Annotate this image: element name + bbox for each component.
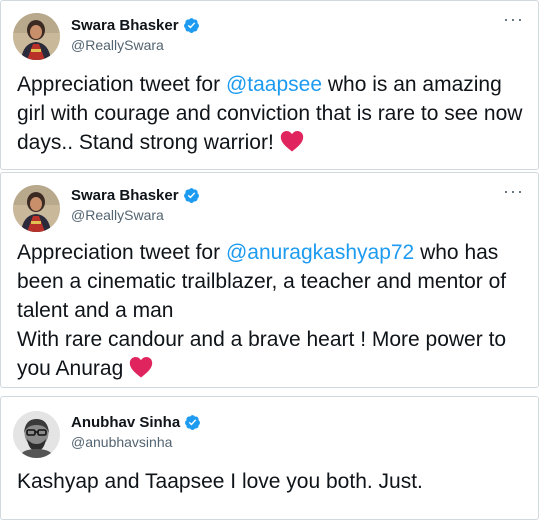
author-handle[interactable]: @ReallySwara (71, 207, 164, 223)
author-name[interactable]: Swara Bhasker (71, 187, 200, 204)
author-handle[interactable]: @ReallySwara (71, 37, 164, 53)
woman-portrait-avatar-icon (13, 185, 60, 232)
author-name[interactable]: Anubhav Sinha (71, 414, 201, 431)
verified-badge-icon (185, 415, 201, 430)
tweet-card-3[interactable]: Anubhav Sinha @anubhavsinha Kashyap and … (0, 396, 539, 520)
author-name-text[interactable]: Swara Bhasker (71, 187, 179, 204)
woman-portrait-avatar-icon (13, 13, 60, 60)
avatar[interactable] (13, 13, 60, 60)
mention-link[interactable]: @taapsee (226, 73, 322, 96)
avatar[interactable] (13, 411, 60, 458)
author-name-text[interactable]: Swara Bhasker (71, 17, 179, 34)
tweet-text: Appreciation tweet for @anuragkashyap72 … (17, 241, 507, 380)
tweet-text: Kashyap and Taapsee I love you both. Jus… (17, 470, 423, 493)
tweet-card-2[interactable]: Swara Bhasker @ReallySwara ··· Appreciat… (0, 172, 539, 388)
mention-link[interactable]: @anuragkashyap72 (226, 241, 414, 264)
tweet-text: Appreciation tweet for @taapsee who is a… (17, 73, 523, 154)
more-options-icon[interactable]: ··· (503, 181, 524, 202)
author-name-text[interactable]: Anubhav Sinha (71, 414, 180, 431)
verified-badge-icon (183, 18, 199, 33)
red-heart-icon (280, 131, 303, 152)
man-with-glasses-avatar-icon (13, 411, 60, 458)
more-options-icon[interactable]: ··· (503, 9, 524, 30)
red-heart-icon (130, 357, 153, 378)
avatar[interactable] (13, 185, 60, 232)
tweet-card-1[interactable]: Swara Bhasker @ReallySwara ··· Appreciat… (0, 0, 539, 170)
verified-badge-icon (183, 188, 199, 203)
author-handle[interactable]: @anubhavsinha (71, 434, 172, 450)
author-name[interactable]: Swara Bhasker (71, 17, 200, 34)
